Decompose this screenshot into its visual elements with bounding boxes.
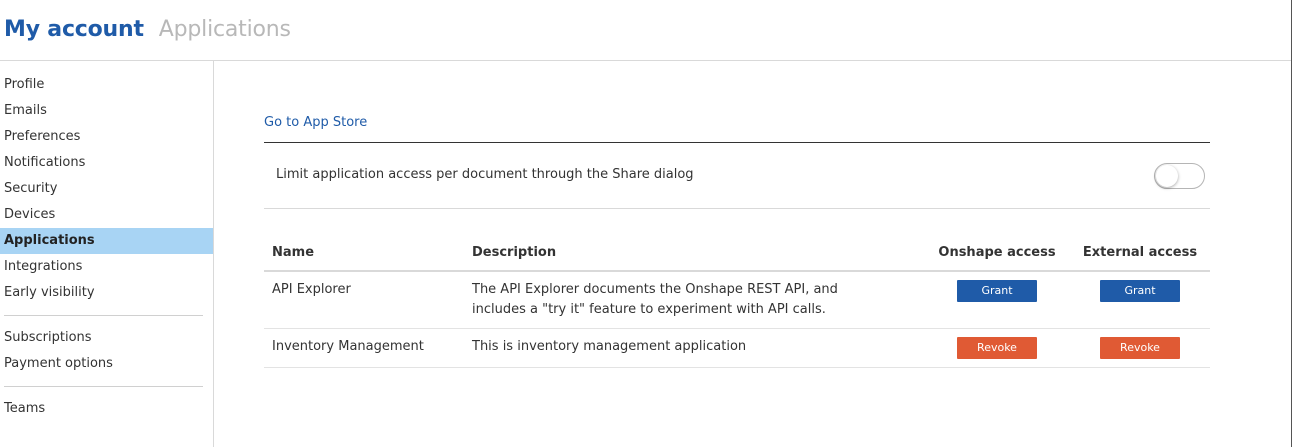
app-description: This is inventory management application [464,328,924,368]
sidebar-group-teams: Teams [0,396,213,422]
app-store-link[interactable]: Go to App Store [264,113,367,133]
revoke-external-button[interactable]: Revoke [1100,337,1180,359]
table-header-row: Name Description Onshape access External… [264,235,1210,272]
external-access-cell: Grant [1070,271,1210,329]
column-header-description: Description [464,235,924,272]
column-header-name: Name [264,235,464,272]
sidebar-item-subscriptions[interactable]: Subscriptions [0,325,213,351]
sidebar-item-devices[interactable]: Devices [0,202,213,228]
limit-access-toggle[interactable] [1154,163,1205,189]
sidebar-item-profile[interactable]: Profile [0,72,213,98]
sidebar-item-integrations[interactable]: Integrations [0,254,213,280]
main-content: Go to App Store Limit application access… [214,61,1291,447]
column-header-external-access: External access [1070,235,1210,272]
table-row: API Explorer The API Explorer documents … [264,271,1210,329]
grant-external-button[interactable]: Grant [1100,280,1180,302]
page-header: My account Applications [0,0,1291,61]
grant-onshape-button[interactable]: Grant [957,280,1037,302]
limit-access-label: Limit application access per document th… [276,166,694,182]
applications-table: Name Description Onshape access External… [264,235,1210,368]
sidebar-divider [4,386,203,387]
sidebar-item-preferences[interactable]: Preferences [0,124,213,150]
onshape-access-cell: Grant [924,271,1070,329]
onshape-access-cell: Revoke [924,328,1070,368]
page-subtitle: Applications [158,16,291,42]
sidebar-divider [4,315,203,316]
sidebar-item-notifications[interactable]: Notifications [0,150,213,176]
sidebar-item-payment-options[interactable]: Payment options [0,351,213,377]
sidebar-item-early-visibility[interactable]: Early visibility [0,280,213,306]
revoke-onshape-button[interactable]: Revoke [957,337,1037,359]
app-name: API Explorer [264,271,464,329]
sidebar-item-applications[interactable]: Applications [0,228,213,254]
limit-access-row: Limit application access per document th… [264,143,1210,209]
external-access-cell: Revoke [1070,328,1210,368]
body-wrap: Profile Emails Preferences Notifications… [0,61,1291,447]
app-name: Inventory Management [264,328,464,368]
sidebar-group-billing: Subscriptions Payment options [0,325,213,377]
app-description: The API Explorer documents the Onshape R… [464,271,924,329]
table-row: Inventory Management This is inventory m… [264,328,1210,368]
account-page: My account Applications Profile Emails P… [0,0,1292,447]
sidebar-item-security[interactable]: Security [0,176,213,202]
sidebar-item-emails[interactable]: Emails [0,98,213,124]
toggle-knob [1156,165,1178,187]
page-title: My account [4,16,144,42]
column-header-onshape-access: Onshape access [924,235,1070,272]
sidebar-item-teams[interactable]: Teams [0,396,213,422]
sidebar: Profile Emails Preferences Notifications… [0,61,214,447]
sidebar-group-account: Profile Emails Preferences Notifications… [0,72,213,306]
